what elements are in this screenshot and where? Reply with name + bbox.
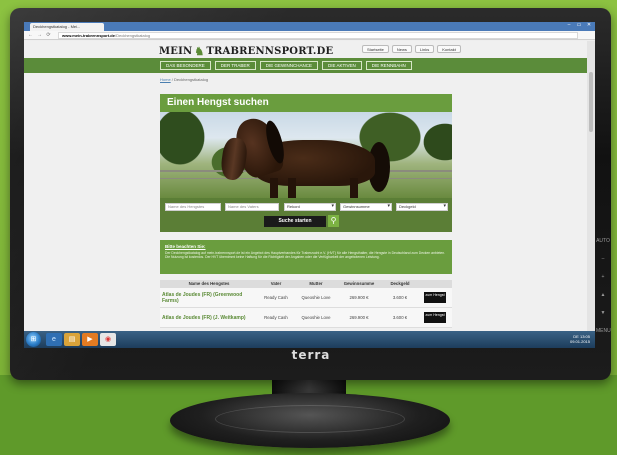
browser-tab[interactable]: Deckhengstkatalog - Mei... — [30, 23, 104, 31]
link-startseite[interactable]: Startseite — [362, 45, 389, 53]
header-dam: Mutter — [309, 281, 323, 286]
zum-hengst-button[interactable]: zum Hengst — [424, 292, 446, 303]
header-fee: Deckgeld — [390, 281, 410, 286]
nav-das-besondere[interactable]: DAS BESONDERE — [160, 61, 211, 70]
fee-cell: 3.600 € — [392, 295, 408, 300]
hero-horse-image — [160, 112, 452, 198]
top-links: Startseite News Links Kontakt — [362, 45, 461, 53]
ie-icon[interactable]: e — [46, 333, 62, 346]
header-action — [418, 280, 452, 288]
search-submit-button[interactable]: Suche starten — [264, 216, 326, 227]
link-kontakt[interactable]: Kontakt — [437, 45, 461, 53]
folder-icon[interactable]: ▤ — [64, 333, 80, 346]
fee-cell: 3.600 € — [392, 315, 408, 320]
stud-fee-select[interactable]: Deckgeld — [396, 203, 448, 211]
url-domain: www.mein-trabrennsport.de — [62, 33, 115, 38]
browser-address-row: ← → ⟳ www.mein-trabrennsport.de/Deckheng… — [24, 31, 595, 40]
page-title: Einen Hengst suchen — [167, 97, 269, 108]
back-icon[interactable]: ← — [27, 32, 34, 39]
horse-leg — [270, 178, 278, 198]
reload-icon[interactable]: ⟳ — [45, 32, 52, 39]
horse-logo-icon: ♞ — [194, 44, 205, 58]
dam-cell: Queoshie Love — [301, 295, 331, 300]
dam-cell: Queoshie Love — [301, 315, 331, 320]
maximize-icon[interactable]: ▭ — [574, 22, 584, 28]
menu-button[interactable]: MENU — [596, 322, 611, 340]
url-bar[interactable]: www.mein-trabrennsport.de/Deckhengstkata… — [58, 32, 578, 39]
zum-hengst-button[interactable]: zum Hengst — [424, 312, 446, 323]
scrollbar-thumb[interactable] — [589, 72, 593, 132]
sire-name-input[interactable]: Name des Vaters — [225, 203, 279, 211]
nav-die-gewinnchance[interactable]: DIE GEWINNCHANCE — [259, 61, 318, 70]
site-logo[interactable]: MEIN ♞ TRABRENNSPORT.DE — [159, 44, 333, 58]
stallion-name-input[interactable]: Name des Hengstes — [165, 203, 221, 211]
logo-text-left: MEIN — [159, 45, 193, 57]
horse-leg — [288, 178, 296, 198]
table-row: Atlas de Joudes (FR) (Greenwood Farms) R… — [160, 288, 452, 308]
monitor-side-buttons: AUTO – + ▲ ▼ MENU — [596, 232, 611, 342]
forward-icon[interactable]: → — [36, 32, 43, 39]
header-winnings: Gewinnsumme — [343, 281, 375, 286]
auto-button[interactable]: AUTO — [596, 232, 610, 250]
breadcrumb: Home / Deckhengstkatalog — [160, 77, 209, 82]
header-name: Name des Hengstes — [188, 281, 230, 286]
screen: Deckhengstkatalog - Mei... – ▭ ✕ ← → ⟳ w… — [24, 22, 595, 348]
up-button[interactable]: ▲ — [596, 286, 610, 304]
main-navigation: DAS BESONDERE DER TRABER DIE GEWINNCHANC… — [24, 58, 587, 73]
record-select[interactable]: Rekord — [284, 203, 336, 211]
breadcrumb-current: Deckhengstkatalog — [174, 77, 209, 82]
tab-label: Deckhengstkatalog - Mei... — [33, 24, 81, 29]
monitor-brand-logo: terra — [291, 348, 331, 362]
stallion-table: Name des Hengstes Vater Mutter Gewinnsum… — [160, 280, 452, 328]
stallion-name-link[interactable]: Atlas de Joudes (FR) (Greenwood Farms) — [162, 292, 242, 304]
stallion-name-link[interactable]: Atlas de Joudes (FR) (J. Weitkamp) — [162, 315, 246, 321]
windows-taskbar: ⊞ e ▤ ▶ ◉ DE 13:05 09.01.2015 — [24, 331, 595, 348]
breadcrumb-home[interactable]: Home — [160, 77, 171, 82]
winnings-cell: 269.900 € — [349, 295, 369, 300]
winnings-cell: 269.900 € — [349, 315, 369, 320]
horse-leg — [350, 178, 358, 198]
browser-tabbar: Deckhengstkatalog - Mei... – ▭ ✕ — [24, 22, 595, 31]
table-header: Name des Hengstes Vater Mutter Gewinnsum… — [160, 280, 452, 288]
monitor-stand-ring — [215, 405, 405, 433]
notice-text: Der Deckhengstkatalog auf mein-trabrenns… — [165, 251, 446, 260]
plus-button[interactable]: + — [596, 268, 610, 286]
header-sire: Vater — [270, 281, 282, 286]
winnings-select[interactable]: Gewinnsumme — [340, 203, 392, 211]
logo-text-right: TRABRENNSPORT.DE — [206, 45, 334, 57]
media-player-icon[interactable]: ▶ — [82, 333, 98, 346]
tray-date: 09.01.2015 — [569, 339, 590, 344]
notice-box: Bitte beachten Sie: Der Deckhengstkatalo… — [160, 240, 452, 274]
chrome-icon[interactable]: ◉ — [100, 333, 116, 346]
sire-cell: Ready Cash — [264, 315, 288, 320]
down-button[interactable]: ▼ — [596, 304, 610, 322]
minus-button[interactable]: – — [596, 250, 610, 268]
url-path: /Deckhengstkatalog — [114, 33, 151, 38]
start-button[interactable]: ⊞ — [26, 332, 41, 347]
close-icon[interactable]: ✕ — [584, 22, 594, 28]
sire-cell: Ready Cash — [264, 295, 288, 300]
search-form: Name des Hengstes Name des Vaters Rekord… — [160, 198, 452, 232]
nav-die-aktiven[interactable]: DIE AKTIVEN — [321, 61, 362, 70]
nav-der-traber[interactable]: DER TRABER — [214, 61, 256, 70]
link-links[interactable]: Links — [414, 45, 435, 53]
table-row: Atlas de Joudes (FR) (J. Weitkamp) Ready… — [160, 308, 452, 328]
system-tray[interactable]: DE 13:05 09.01.2015 — [536, 334, 590, 344]
hero-header: Einen Hengst suchen — [160, 94, 452, 112]
minimize-icon[interactable]: – — [564, 22, 574, 28]
link-news[interactable]: News — [391, 45, 412, 53]
notice-title: Bitte beachten Sie: — [165, 244, 206, 249]
nav-die-rennbahn[interactable]: DIE RENNBAHN — [365, 61, 412, 70]
search-icon[interactable]: ⚲ — [328, 215, 339, 227]
